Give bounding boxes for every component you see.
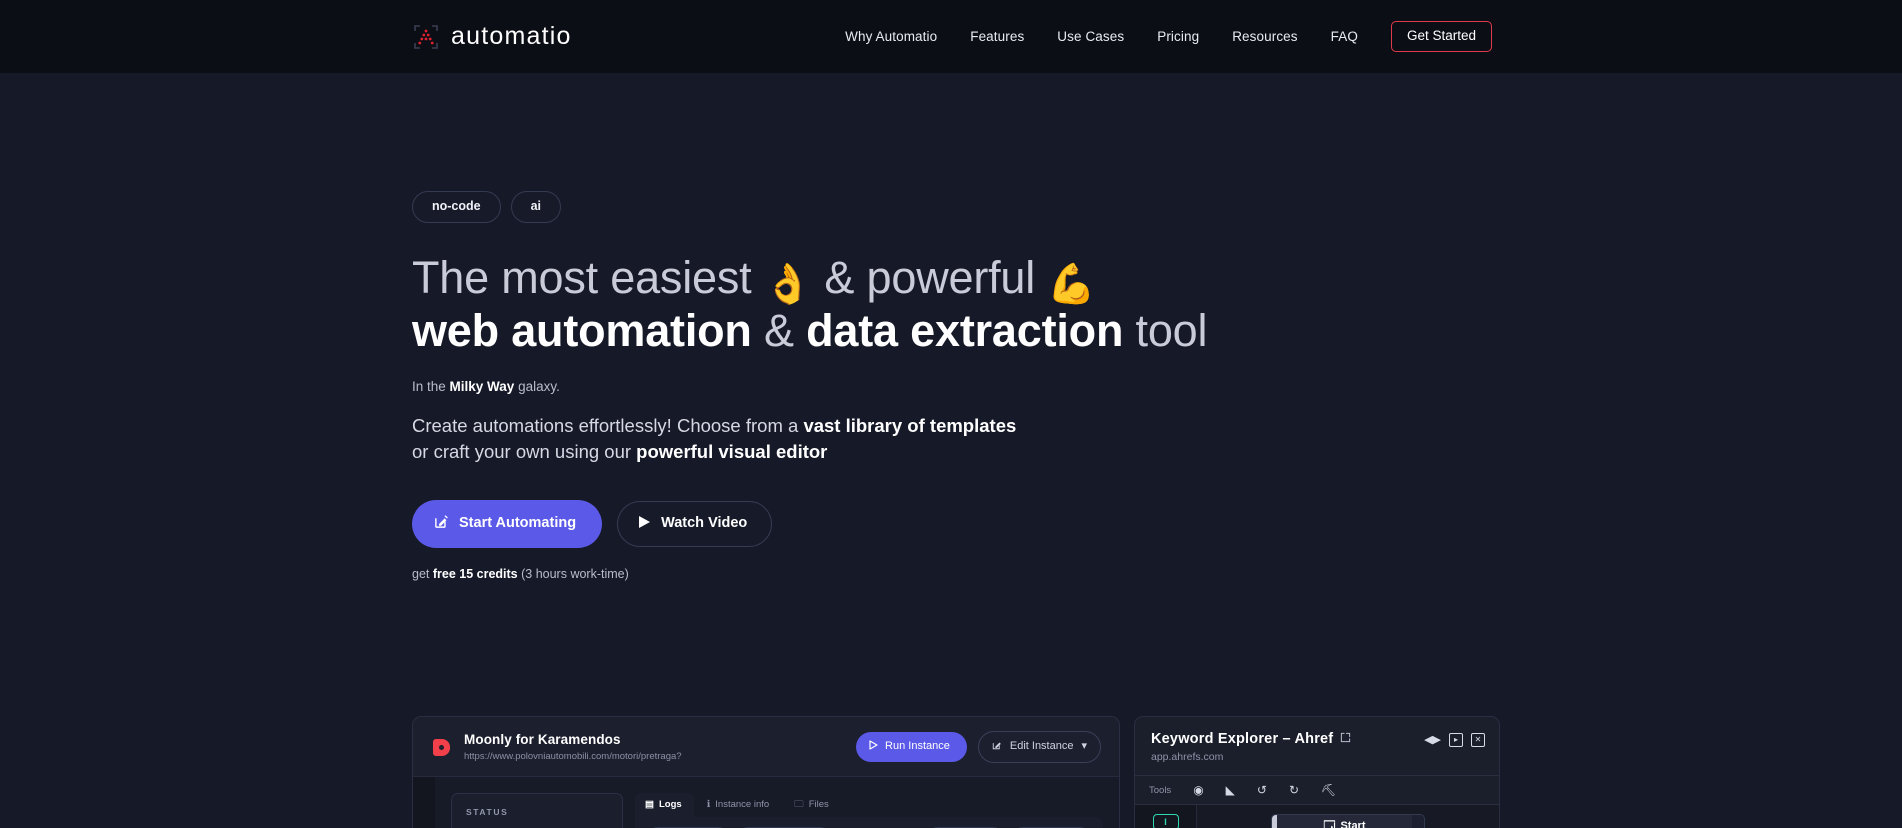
instance-title: Moonly for Karamendos: [464, 731, 621, 747]
tab-files-label: Files: [808, 799, 829, 810]
headline-bold-data-extraction: data extraction: [806, 305, 1124, 357]
play-outline-icon: [869, 740, 878, 753]
hero-section: no-code ai The most easiest 👌 & powerful…: [0, 73, 1902, 828]
edit-instance-button[interactable]: Edit Instance ▾: [977, 731, 1101, 763]
node-menu-icon[interactable]: [1412, 815, 1424, 828]
milky-prefix: In the: [412, 378, 450, 394]
external-link-icon[interactable]: [1340, 730, 1351, 749]
brand-logo[interactable]: automatio: [412, 22, 572, 51]
start-automating-button[interactable]: Start Automating: [412, 500, 603, 548]
chevron-down-icon: ▾: [1081, 740, 1087, 752]
headline-tail: tool: [1123, 305, 1208, 357]
browser-header: Keyword Explorer – Ahref app.ahrefs.com …: [1135, 717, 1499, 775]
instance-header: Moonly for Karamendos https://www.polovn…: [413, 717, 1119, 776]
logs-icon: ▤: [645, 799, 654, 810]
broom-icon[interactable]: ⛏: [1321, 784, 1336, 796]
instance-url: https://www.polovniautomobili.com/motori…: [464, 750, 682, 762]
tab-files[interactable]: 🗀 Files: [784, 793, 841, 817]
nav-item-why-automatio[interactable]: Why Automatio: [845, 29, 937, 44]
headline-text-b: & powerful: [812, 251, 1048, 303]
edit-pencil-icon: [992, 740, 1002, 753]
status-heading: STATUS: [466, 807, 509, 817]
close-icon[interactable]: ✕: [1471, 733, 1485, 747]
tab-logs-label: Logs: [658, 799, 682, 810]
app-left-rail: [413, 777, 435, 828]
browser-recorder-preview: Keyword Explorer – Ahref app.ahrefs.com …: [1134, 716, 1500, 828]
tools-bar: Tools ◉ ◣ ↺ ↻ ⛏: [1135, 775, 1499, 806]
folder-icon: 🗀: [794, 799, 804, 810]
headline-text-a: The most easiest: [412, 251, 764, 303]
credits-prefix: get: [412, 566, 433, 581]
pencil-square-icon: [434, 514, 449, 533]
headline-line-1: The most easiest 👌 & powerful 💪: [412, 251, 1902, 307]
logs-section: ▤ Logs ℹ Instance info 🗀 Files: [635, 793, 1103, 828]
credits-suffix: (3 hours work-time): [517, 566, 629, 581]
flow-node-start[interactable]: 🗔 Start ahrefs.com/backlink-checker: [1271, 814, 1425, 828]
get-started-button[interactable]: Get Started: [1390, 21, 1492, 52]
status-card: STATUS ⏱ 00:00:00 time running: [451, 793, 623, 828]
eye-icon[interactable]: ◉: [1193, 784, 1203, 796]
milky-suffix: galaxy.: [514, 378, 560, 394]
tab-logs[interactable]: ▤ Logs: [635, 793, 694, 817]
sidebar-icon[interactable]: ▸: [1449, 733, 1463, 747]
nav-item-use-cases[interactable]: Use Cases: [1057, 29, 1124, 44]
preview-screenshots: Moonly for Karamendos https://www.polovn…: [412, 716, 1500, 828]
instance-dashboard-preview: Moonly for Karamendos https://www.polovn…: [412, 716, 1120, 828]
resize-icon[interactable]: ◀▶: [1424, 734, 1441, 746]
headline-line-2: web automation & data extraction tool: [412, 305, 1902, 357]
free-credits-note: get free 15 credits (3 hours work-time): [412, 567, 1902, 581]
edit-instance-label: Edit Instance: [1009, 740, 1074, 752]
site-header: automatio Why Automatio Features Use Cas…: [0, 0, 1902, 73]
start-automating-label: Start Automating: [459, 515, 577, 532]
tag-no-code[interactable]: no-code: [412, 191, 501, 223]
tab-instance-info-label: Instance info: [715, 799, 770, 810]
automatio-dotted-a-logo-icon: [412, 23, 440, 51]
brand-name: automatio: [451, 22, 572, 50]
nav-item-faq[interactable]: FAQ: [1331, 29, 1358, 44]
ok-hand-emoji: 👌: [763, 262, 813, 306]
milky-way-bold: Milky Way: [449, 378, 515, 394]
node-start-title: 🗔 Start: [1281, 821, 1408, 828]
headline-bold-web-automation: web automation: [412, 305, 752, 357]
lede-bold-editor: powerful visual editor: [636, 440, 828, 462]
hero-tags: no-code ai: [412, 191, 1902, 223]
run-instance-label: Run Instance: [885, 740, 950, 752]
browser-title: Keyword Explorer – Ahref: [1151, 730, 1351, 749]
milky-way-line: In the Milky Way galaxy.: [412, 379, 1902, 394]
nav-item-resources[interactable]: Resources: [1232, 29, 1297, 44]
logs-tabs: ▤ Logs ℹ Instance info 🗀 Files: [635, 793, 1103, 817]
tag-ai[interactable]: ai: [510, 191, 562, 223]
watch-video-button[interactable]: Watch Video: [617, 500, 773, 548]
lede-part-1: Create automations effortlessly! Choose …: [412, 414, 804, 436]
eraser-icon[interactable]: ◣: [1226, 784, 1235, 796]
info-icon: ℹ: [706, 799, 711, 810]
flexed-biceps-emoji: 💪: [1047, 262, 1096, 306]
run-instance-button[interactable]: Run Instance: [856, 732, 967, 762]
hero-description: Create automations effortlessly! Choose …: [412, 413, 1032, 466]
play-icon: [638, 515, 651, 533]
nav-item-pricing[interactable]: Pricing: [1157, 29, 1199, 44]
credits-bold: free 15 credits: [432, 566, 518, 581]
headline-ampersand: &: [751, 305, 807, 357]
tools-label: Tools: [1149, 784, 1172, 796]
undo-icon[interactable]: ↺: [1257, 784, 1267, 796]
lede-part-2: or craft your own using our: [412, 440, 637, 462]
text-input-icon: I: [1152, 814, 1179, 828]
site-favicon-icon: [433, 738, 450, 756]
lede-bold-templates: vast library of templates: [803, 414, 1017, 436]
flow-canvas[interactable]: 🗔 Start ahrefs.com/backlink-checker ┆▼: [1197, 805, 1499, 828]
browser-url: app.ahrefs.com: [1151, 750, 1224, 763]
page-title: The most easiest 👌 & powerful 💪 web auto…: [412, 251, 1902, 357]
nav-item-features[interactable]: Features: [970, 29, 1024, 44]
watch-video-label: Watch Video: [661, 515, 748, 532]
browser-title-text: Keyword Explorer – Ahref: [1151, 731, 1334, 747]
node-start-label: Start: [1340, 820, 1366, 828]
rail-item-input[interactable]: I Input: [1135, 814, 1196, 828]
browser-window-icon: 🗔: [1323, 820, 1336, 828]
redo-icon[interactable]: ↻: [1289, 784, 1299, 796]
main-navigation: Why Automatio Features Use Cases Pricing…: [845, 21, 1492, 52]
hero-cta-row: Start Automating Watch Video: [412, 500, 1902, 548]
tab-instance-info[interactable]: ℹ Instance info: [697, 793, 781, 817]
tool-rail: I Input ➤ Click: [1135, 805, 1197, 828]
